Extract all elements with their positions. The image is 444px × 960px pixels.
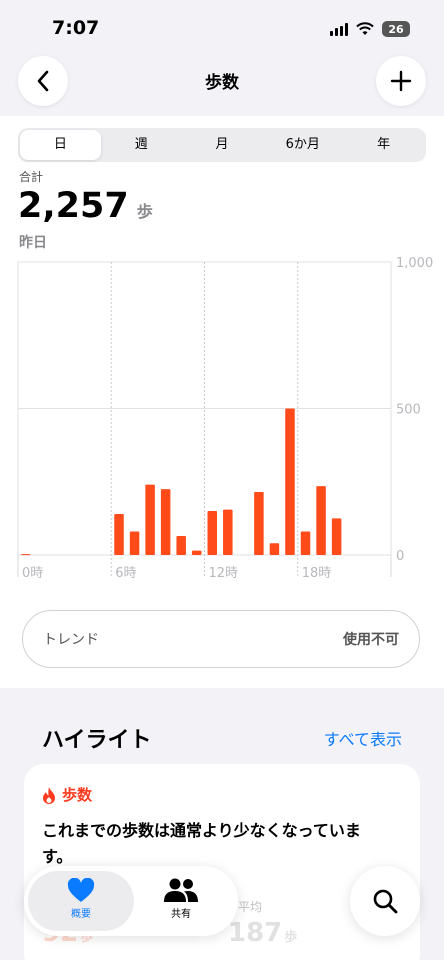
y-tick-label: 1,000 bbox=[396, 256, 433, 271]
highlight-category: 歩数 bbox=[42, 784, 92, 805]
search-button[interactable] bbox=[350, 866, 420, 936]
bar-hour bbox=[300, 531, 311, 555]
y-tick-label: 500 bbox=[396, 403, 421, 418]
average-steps-value: 187 歩 bbox=[228, 918, 297, 948]
bar-hour bbox=[331, 518, 342, 555]
battery-level: 26 bbox=[388, 22, 404, 36]
bar-hour bbox=[21, 554, 31, 556]
range-segmented-control: 日 週 月 6か月 年 bbox=[18, 128, 426, 162]
range-tab-month[interactable]: 月 bbox=[182, 130, 263, 160]
x-tick-label: 12時 bbox=[209, 566, 239, 581]
tab-summary-label: 概要 bbox=[71, 909, 91, 920]
range-tab-6months[interactable]: 6か月 bbox=[262, 130, 343, 160]
bar-hour bbox=[145, 484, 155, 555]
people-icon bbox=[164, 878, 198, 902]
total-label: 合計 bbox=[19, 170, 44, 184]
battery-icon: 26 bbox=[382, 21, 410, 37]
bar-hour bbox=[191, 550, 202, 555]
plus-icon bbox=[390, 70, 412, 92]
x-tick-label: 0時 bbox=[22, 566, 43, 581]
x-tick-label: 18時 bbox=[302, 566, 332, 581]
date-label: 昨日 bbox=[19, 235, 47, 251]
range-tab-year[interactable]: 年 bbox=[343, 130, 424, 160]
steps-chart[interactable]: 1,000 500 0 0時 6時 12時 18時 bbox=[0, 256, 444, 586]
bar-hour bbox=[176, 535, 186, 555]
total-steps-value: 2,257 bbox=[18, 186, 129, 226]
total-steps-unit: 歩 bbox=[136, 202, 153, 221]
range-tab-week[interactable]: 週 bbox=[101, 130, 182, 160]
tab-sharing[interactable]: 共有 bbox=[128, 878, 234, 920]
total-steps: 2,257 歩 bbox=[18, 186, 153, 226]
status-icons: 26 bbox=[330, 21, 410, 37]
trend-value: 使用不可 bbox=[343, 632, 399, 648]
highlight-category-label: 歩数 bbox=[62, 786, 93, 804]
average-label: 平均 bbox=[238, 900, 263, 914]
heart-icon bbox=[67, 878, 95, 902]
bar-hour bbox=[114, 513, 124, 555]
trend-row[interactable]: トレンド 使用不可 bbox=[22, 610, 420, 668]
search-icon bbox=[373, 889, 398, 914]
tab-summary[interactable]: 概要 bbox=[28, 878, 134, 920]
x-tick-label: 6時 bbox=[115, 566, 136, 581]
add-button[interactable] bbox=[376, 56, 426, 106]
range-tab-day[interactable]: 日 bbox=[20, 130, 101, 160]
trend-label: トレンド bbox=[43, 632, 99, 648]
bar-hour bbox=[269, 543, 280, 555]
steps-content: 日 週 月 6か月 年 合計 2,257 歩 昨日 1,000 500 0 0時 6時 1… bbox=[0, 116, 444, 688]
average-steps-unit: 歩 bbox=[284, 930, 298, 945]
flame-icon bbox=[43, 786, 55, 804]
show-all-link[interactable]: すべて表示 bbox=[324, 726, 402, 750]
bar-hour bbox=[223, 509, 233, 555]
bar-hour bbox=[129, 531, 140, 555]
tab-bar: 概要 共有 bbox=[24, 866, 238, 936]
bar-hour bbox=[316, 486, 326, 555]
cellular-signal-icon bbox=[330, 22, 348, 36]
y-tick-label: 0 bbox=[396, 549, 404, 564]
status-bar: 7:07 26 bbox=[0, 0, 444, 56]
average-steps-number: 187 bbox=[228, 918, 283, 948]
steps-bar-chart: 1,000 500 0 0時 6時 12時 18時 bbox=[17, 256, 433, 581]
status-time: 7:07 bbox=[52, 17, 100, 39]
wifi-icon bbox=[356, 22, 374, 35]
bar-hour bbox=[285, 408, 295, 555]
highlights-header: ハイライト すべて表示 bbox=[42, 722, 402, 754]
bar-hour bbox=[254, 492, 264, 555]
highlights-title: ハイライト bbox=[42, 728, 152, 753]
highlight-message: これまでの歩数は通常より少なくなっています。 bbox=[42, 821, 361, 866]
tab-share-label: 共有 bbox=[171, 909, 191, 920]
bar-hour bbox=[160, 489, 171, 555]
nav-bar: 歩数 bbox=[0, 56, 444, 116]
bar-hour bbox=[207, 511, 218, 555]
